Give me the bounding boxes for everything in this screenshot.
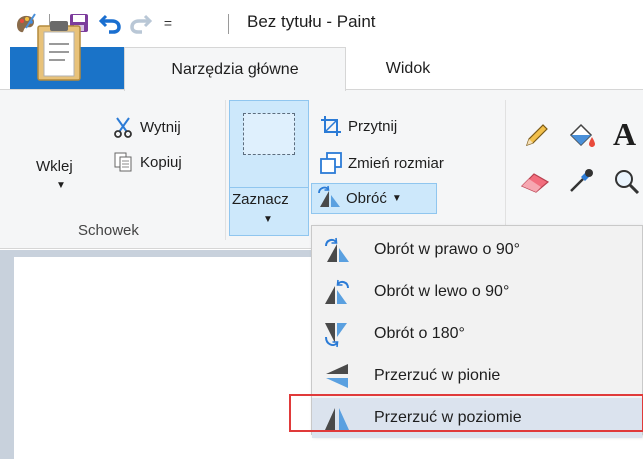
crop-icon	[318, 114, 344, 138]
text-icon[interactable]: A	[606, 114, 643, 154]
clipboard-group-label: Schowek	[78, 222, 139, 239]
rotate-180-icon	[312, 314, 362, 354]
resize-button[interactable]: Zmień rozmiar	[318, 150, 444, 176]
rotate-caret-icon: ▼	[391, 193, 402, 204]
copy-button[interactable]: Kopiuj	[110, 149, 182, 175]
paste-button[interactable]	[26, 20, 86, 130]
rotate-right-icon	[312, 230, 362, 270]
tab-home[interactable]: Narzędzia główne	[124, 47, 346, 91]
rotate-label: Obróć	[346, 190, 387, 207]
menu-item-rotate-right[interactable]: Obrót w prawo o 90°	[312, 230, 642, 270]
rotate-button[interactable]: Obróć ▼	[311, 183, 437, 214]
select-rectangle-icon	[243, 113, 295, 155]
flip-vertical-icon	[312, 356, 362, 396]
customize-quick-access-icon[interactable]: =	[157, 8, 179, 38]
cut-label: Wytnij	[140, 118, 181, 136]
select-caret-icon: ▼	[263, 214, 273, 225]
clipboard-icon	[37, 21, 81, 81]
magnifier-icon[interactable]	[608, 164, 643, 198]
menu-item-label: Obrót w prawo o 90°	[374, 241, 521, 258]
menu-item-flip-vertical[interactable]: Przerzuć w pionie	[312, 356, 642, 396]
menu-item-label: Przerzuć w pionie	[374, 367, 501, 384]
crop-label: Przytnij	[348, 117, 398, 135]
rotate-icon	[316, 185, 342, 213]
eraser-icon[interactable]	[518, 165, 552, 197]
title-separator	[228, 14, 229, 34]
pencil-icon[interactable]	[520, 120, 552, 152]
resize-icon	[318, 151, 344, 175]
color-picker-icon[interactable]	[564, 164, 598, 198]
window-title: Bez tytułu - Paint	[247, 12, 376, 31]
group-separator	[225, 100, 226, 240]
menu-item-label: Obrót w lewo o 90°	[374, 283, 510, 300]
select-dropdown[interactable]: Zaznacz ▼	[229, 188, 309, 236]
rotate-left-icon	[312, 272, 362, 312]
crop-button[interactable]: Przytnij	[318, 113, 397, 139]
title-bar: = Bez tytułu - Paint	[0, 0, 643, 46]
copy-icon	[110, 150, 136, 174]
tab-view[interactable]: Widok	[346, 47, 470, 90]
cut-button[interactable]: Wytnij	[110, 114, 181, 140]
copy-label: Kopiuj	[140, 153, 182, 171]
ribbon-tabs: Plik Narzędzia główne Widok	[0, 46, 643, 91]
fill-icon[interactable]	[563, 118, 599, 154]
menu-item-label: Obrót o 180°	[374, 325, 465, 342]
paste-dropdown-caret-icon[interactable]: ▼	[56, 180, 66, 191]
paste-label[interactable]: Wklej	[36, 158, 73, 175]
select-button[interactable]	[229, 100, 309, 188]
group-separator	[505, 100, 506, 240]
resize-label: Zmień rozmiar	[348, 154, 444, 172]
menu-item-rotate-180[interactable]: Obrót o 180°	[312, 314, 642, 354]
undo-icon[interactable]	[96, 8, 124, 38]
select-label: Zaznacz	[232, 191, 289, 208]
scissors-icon	[110, 115, 136, 139]
highlight-frame	[289, 394, 643, 432]
menu-item-rotate-left[interactable]: Obrót w lewo o 90°	[312, 272, 642, 312]
redo-icon[interactable]	[127, 8, 155, 38]
